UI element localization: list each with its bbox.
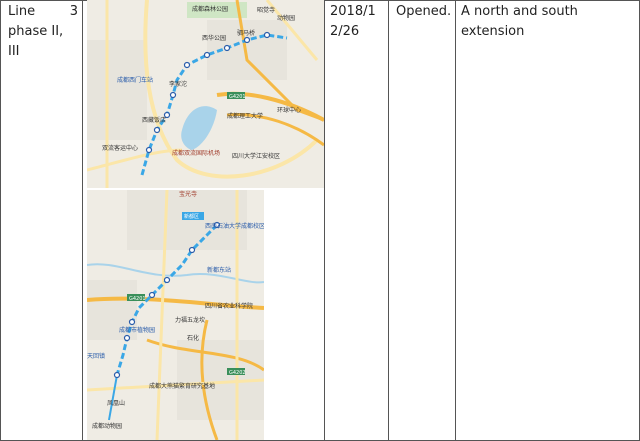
svg-text:新都区: 新都区 xyxy=(184,213,199,220)
col-divider xyxy=(0,0,1,441)
svg-text:李家沱: 李家沱 xyxy=(169,80,187,88)
svg-text:G4202: G4202 xyxy=(229,370,246,376)
svg-text:双流客运中心: 双流客运中心 xyxy=(102,144,138,152)
svg-text:新都东站: 新都东站 xyxy=(207,266,231,274)
svg-text:成都西门车站: 成都西门车站 xyxy=(117,76,153,84)
svg-text:成都市植物园: 成都市植物园 xyxy=(119,326,155,334)
col-divider xyxy=(324,0,325,441)
col-divider xyxy=(82,0,83,441)
line-label: Line xyxy=(8,4,36,19)
svg-text:环球中心: 环球中心 xyxy=(277,106,301,114)
svg-text:成都理工大学: 成都理工大学 xyxy=(227,112,263,120)
svg-text:石化: 石化 xyxy=(187,334,199,342)
svg-text:成都双流国际机场: 成都双流国际机场 xyxy=(172,149,220,157)
svg-text:成都动物园: 成都动物园 xyxy=(92,422,122,430)
svg-text:西藏饭店: 西藏饭店 xyxy=(142,116,166,124)
line-number: 3 xyxy=(69,4,78,19)
svg-text:宝光寺: 宝光寺 xyxy=(179,190,197,198)
col-divider xyxy=(388,0,389,441)
svg-text:G4201: G4201 xyxy=(129,296,146,302)
svg-text:驷马桥: 驷马桥 xyxy=(237,29,255,37)
route-table: Line 3 phase II, III 2018/12/26 Opened. … xyxy=(0,0,640,441)
map-phase-ii: 成都森林公园 西华公园 驷马桥 昭觉寺 动物园 成都西门车站 李家沱 双流客运中… xyxy=(87,0,324,188)
description-cell: A north and south extension xyxy=(461,4,578,39)
line-phase: phase II, III xyxy=(8,24,64,59)
map-phase-iii: 宝光寺 新都区 西南石油大学成都校区 新都东站 四川省农业科学院 成都市植物园 … xyxy=(87,190,264,440)
svg-text:凤凰山: 凤凰山 xyxy=(107,399,125,407)
date-cell: 2018/12/26 xyxy=(330,4,376,39)
svg-text:昭觉寺: 昭觉寺 xyxy=(257,6,275,14)
svg-text:西华公园: 西华公园 xyxy=(202,34,226,42)
line-cell: Line 3 phase II, III xyxy=(8,2,78,62)
svg-text:四川省农业科学院: 四川省农业科学院 xyxy=(205,302,253,310)
svg-text:力福五龙坎: 力福五龙坎 xyxy=(175,316,205,324)
svg-text:西南石油大学成都校区: 西南石油大学成都校区 xyxy=(205,222,264,230)
svg-text:天回镇: 天回镇 xyxy=(87,352,105,360)
svg-text:四川大学江安校区: 四川大学江安校区 xyxy=(232,152,280,160)
col-divider xyxy=(455,0,456,441)
svg-text:动物园: 动物园 xyxy=(277,14,295,22)
svg-text:成都大熊猫繁育研究基地: 成都大熊猫繁育研究基地 xyxy=(149,382,215,390)
status-cell: Opened. xyxy=(396,4,452,19)
svg-text:G4201: G4201 xyxy=(229,94,246,100)
svg-text:成都森林公园: 成都森林公园 xyxy=(192,5,228,13)
